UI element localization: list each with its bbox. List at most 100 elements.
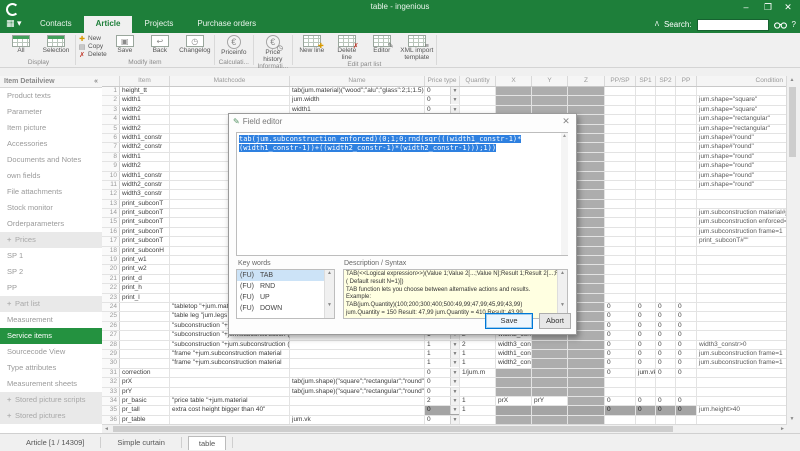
cell-num[interactable]: 5 [102, 125, 120, 133]
cell-sp1[interactable] [636, 284, 656, 292]
cell-sp2[interactable]: 0 [656, 359, 676, 367]
cell-num[interactable]: 25 [102, 312, 120, 320]
formula-editor-textarea[interactable]: tab(jum.subconstruction enforced)(0;1;0;… [236, 132, 568, 256]
scroll-left-icon[interactable]: ◄ [102, 425, 111, 433]
cell-z[interactable] [568, 87, 605, 95]
sidebar-item-stock-monitor[interactable]: Stock monitor [0, 200, 102, 216]
cell-num[interactable]: 1 [102, 87, 120, 95]
sidebar-item-file-attachments[interactable]: File attachments [0, 184, 102, 200]
help-icon[interactable]: ? [792, 20, 796, 29]
cell-sp2[interactable] [656, 190, 676, 198]
cell-num[interactable]: 14 [102, 209, 120, 217]
cell-pp[interactable]: 0 [676, 312, 697, 320]
cell-num[interactable]: 18 [102, 247, 120, 255]
cell-ppsp[interactable] [605, 162, 636, 170]
sidebar-item-parameter[interactable]: Parameter [0, 104, 102, 120]
cell-item[interactable]: print_subconT [120, 209, 170, 217]
cell-item[interactable]: correction [120, 369, 170, 377]
cell-item[interactable]: height_tt [120, 87, 170, 95]
cell-name[interactable]: tab(jum.shape)("square";"rectangular";"r… [290, 378, 425, 386]
cell-y[interactable] [532, 369, 568, 377]
cell-sp2[interactable] [656, 247, 676, 255]
cell-condition[interactable]: jum.shape="round" [697, 153, 787, 161]
cell-condition[interactable] [697, 322, 787, 330]
cell-item[interactable] [120, 303, 170, 311]
column-header-matchcode[interactable]: Matchcode [170, 76, 290, 86]
sidebar-item-sp-1[interactable]: SP 1 [0, 248, 102, 264]
cell-item[interactable]: print_subconT [120, 218, 170, 226]
cell-pp[interactable] [676, 294, 697, 302]
cell-z[interactable] [568, 397, 605, 405]
priceinfo-button[interactable]: €Priceinfo [217, 34, 251, 57]
cell-matchcode[interactable] [170, 87, 290, 95]
cell-sp2[interactable] [656, 275, 676, 283]
cell-item[interactable]: print_subconT [120, 237, 170, 245]
abort-button[interactable]: Abort [539, 313, 571, 329]
cell-matchcode[interactable]: "price table "+jum.material [170, 397, 290, 405]
cell-pp[interactable] [676, 143, 697, 151]
cell-price_type[interactable]: 0▼ [425, 378, 460, 386]
cell-sp2[interactable] [656, 228, 676, 236]
cell-sp2[interactable] [656, 237, 676, 245]
cell-condition[interactable]: jum.subconstruction material#jum.su [697, 209, 787, 217]
cell-pp[interactable]: 0 [676, 341, 697, 349]
cell-matchcode[interactable] [170, 378, 290, 386]
cell-quantity[interactable] [460, 87, 496, 95]
cell-y[interactable] [532, 378, 568, 386]
cell-z[interactable] [568, 378, 605, 386]
tab-purchase-orders[interactable]: Purchase orders [185, 16, 268, 33]
binoculars-icon[interactable] [774, 20, 787, 29]
cell-condition[interactable] [697, 312, 787, 320]
cell-pp[interactable] [676, 416, 697, 424]
cell-num[interactable]: 19 [102, 256, 120, 264]
save-button[interactable]: ▣Save [108, 34, 142, 55]
collapse-panel-icon[interactable]: « [94, 78, 98, 85]
dropdown-icon[interactable]: ▼ [450, 96, 459, 104]
cell-ppsp[interactable] [605, 87, 636, 95]
cell-item[interactable]: prY [120, 388, 170, 396]
sidebar-item-service-items[interactable]: Service items [0, 328, 102, 344]
cell-sp2[interactable]: 0 [656, 322, 676, 330]
column-header-price_type[interactable]: Price type [425, 76, 460, 86]
sidebar-item-item-picture[interactable]: Item picture [0, 120, 102, 136]
new-line-button[interactable]: ✚New line [295, 34, 329, 55]
cell-num[interactable]: 8 [102, 153, 120, 161]
cell-condition[interactable] [697, 416, 787, 424]
save-button[interactable]: Save [485, 313, 533, 329]
sidebar-item-product-texts[interactable]: Product texts [0, 88, 102, 104]
cell-sp2[interactable] [656, 96, 676, 104]
cell-name[interactable] [290, 369, 425, 377]
cell-ppsp[interactable]: 0 [605, 331, 636, 339]
cell-sp1[interactable] [636, 200, 656, 208]
cell-ppsp[interactable] [605, 416, 636, 424]
column-header-ppsp[interactable]: PP/SP [605, 76, 636, 86]
keyword-item-down[interactable]: (FU)DOWN [237, 303, 334, 314]
sidebar-item-part-list[interactable]: +Part list [0, 296, 102, 312]
cell-price_type[interactable]: 1▼ [425, 341, 460, 349]
dropdown-icon[interactable]: ▼ [450, 350, 459, 358]
cell-sp1[interactable] [636, 190, 656, 198]
cell-y[interactable] [532, 388, 568, 396]
grid-row[interactable]: 2width1jum.width0▼jum.shape="square" [102, 96, 787, 105]
cell-sp1[interactable]: 0 [636, 406, 656, 414]
cell-sp2[interactable] [656, 172, 676, 180]
xml-import-template-button[interactable]: ≡XML import template [400, 34, 434, 61]
cell-sp1[interactable] [636, 218, 656, 226]
cell-z[interactable] [568, 350, 605, 358]
cell-sp1[interactable] [636, 115, 656, 123]
cell-pp[interactable]: 0 [676, 406, 697, 414]
grid-row[interactable]: 29"frame "+jum.subconstruction material1… [102, 350, 787, 359]
cell-x[interactable]: width2_constr [496, 359, 532, 367]
dropdown-icon[interactable]: ▼ [450, 397, 459, 405]
cell-item[interactable]: width1 [120, 153, 170, 161]
cell-pp[interactable] [676, 265, 697, 273]
cell-sp1[interactable] [636, 162, 656, 170]
cell-price_type[interactable]: 0▼ [425, 416, 460, 424]
cell-item[interactable]: prX [120, 378, 170, 386]
cell-pp[interactable] [676, 134, 697, 142]
cell-condition[interactable] [697, 284, 787, 292]
cell-ppsp[interactable] [605, 115, 636, 123]
hscroll-thumb[interactable] [113, 426, 673, 432]
sidebar-item-measurement[interactable]: Measurement [0, 312, 102, 328]
cell-price_type[interactable]: 1▼ [425, 359, 460, 367]
